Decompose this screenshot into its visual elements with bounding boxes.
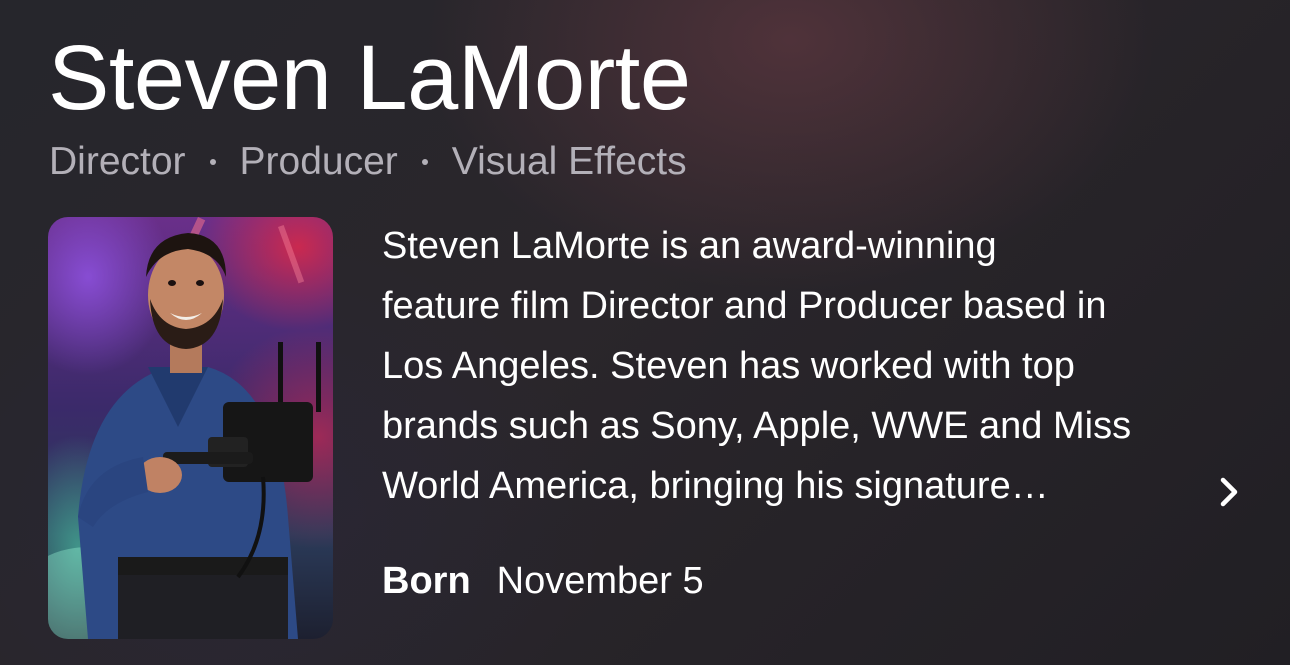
separator-dot xyxy=(421,159,428,165)
person-photo-illustration xyxy=(48,217,321,639)
bio-line: Steven LaMorte is an award-winning xyxy=(382,225,997,267)
bio-text: Steven LaMorte is an award-winning featu… xyxy=(382,216,1242,516)
born-fact: Born November 5 xyxy=(382,558,704,604)
role-visual-effects: Visual Effects xyxy=(451,140,687,183)
role-director: Director xyxy=(49,140,186,183)
expand-bio-button[interactable] xyxy=(1206,468,1254,516)
person-photo[interactable] xyxy=(48,217,333,639)
bio-line: feature film Director and Producer based… xyxy=(382,285,1107,327)
born-value: November 5 xyxy=(496,560,704,602)
bio-line: brands such as Sony, Apple, WWE and Miss xyxy=(382,405,1132,447)
chevron-right-icon xyxy=(1220,477,1238,507)
role-producer: Producer xyxy=(239,140,398,183)
person-name: Steven LaMorte xyxy=(48,27,691,129)
bio-line: Los Angeles. Steven has worked with top xyxy=(382,345,1075,387)
separator-dot xyxy=(209,159,216,165)
born-label: Born xyxy=(382,560,471,602)
role-list: Director Producer Visual Effects xyxy=(49,140,687,184)
bio-line: World America, bringing his signature… xyxy=(382,465,1049,507)
